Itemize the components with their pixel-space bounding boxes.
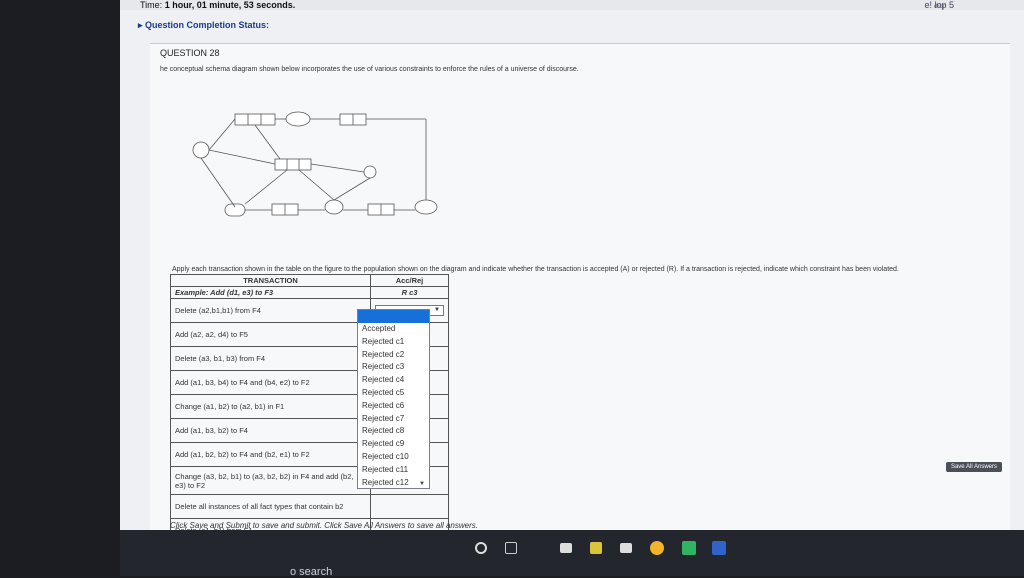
save-instruction: Click Save and Submit to save and submit…	[170, 521, 478, 530]
transaction-cell: Delete (a3, b1, b3) from F4	[170, 346, 371, 371]
taskbar-search[interactable]: o search	[290, 566, 332, 578]
transaction-cell: Change (a3, b2, b1) to (a3, b2, b2) in F…	[170, 466, 371, 495]
chevron-down-icon: ▼	[419, 481, 425, 487]
task-view-icon[interactable]	[505, 542, 517, 554]
header-transaction: TRANSACTION	[170, 274, 371, 287]
top-bar: Time: 1 hour, 01 minute, 53 seconds. e! …	[120, 0, 1024, 10]
dropdown-option[interactable]: Rejected c7	[358, 413, 429, 426]
transaction-cell: Add (a2, a2, d4) to F5	[170, 322, 371, 347]
chrome-icon[interactable]	[650, 541, 664, 555]
answer-cell[interactable]	[370, 494, 449, 519]
dropdown-option[interactable]: Rejected c3	[358, 361, 429, 374]
store-icon[interactable]	[590, 542, 602, 554]
instruction-text: Apply each transaction shown in the tabl…	[172, 266, 899, 273]
app-icon[interactable]	[712, 541, 726, 555]
mail-icon[interactable]	[620, 543, 632, 553]
timer-label: Time:	[140, 0, 163, 10]
question-number: QUESTION 28	[160, 48, 220, 58]
dropdown-option[interactable]: Rejected c9	[358, 438, 429, 451]
transaction-cell: Delete (a2,b1,b1) from F4	[170, 298, 371, 323]
dropdown-option[interactable]: Rejected c5	[358, 387, 429, 400]
dropdown-option[interactable]: Accepted	[358, 323, 429, 336]
file-explorer-icon[interactable]	[560, 543, 572, 553]
timer-value: 1 hour, 01 minute, 53 seconds.	[164, 0, 296, 10]
cortana-icon[interactable]	[475, 542, 487, 554]
dropdown-option[interactable]: Rejected c4	[358, 374, 429, 387]
question-text: he conceptual schema diagram shown below…	[160, 66, 579, 73]
dropdown-option[interactable]: Rejected c10	[358, 451, 429, 464]
chevron-down-icon: ▼	[434, 307, 440, 313]
transaction-cell: Add (a1, b3, b4) to F4 and (b4, e2) to F…	[170, 370, 371, 395]
example-answer: R c3	[370, 286, 449, 299]
wechat-icon[interactable]	[682, 541, 696, 555]
dropdown-option[interactable]: Rejected c1	[358, 336, 429, 349]
question-panel: QUESTION 28 he conceptual schema diagram…	[150, 43, 1010, 553]
windows-taskbar: o search	[120, 530, 1024, 578]
status-label: Question Completion Status:	[145, 20, 270, 30]
expand-icon: ▸	[138, 20, 146, 30]
answer-dropdown-list[interactable]: Accepted Rejected c1 Rejected c2 Rejecte…	[357, 309, 430, 489]
example-row: Example: Add (d1, e3) to F3 R c3	[170, 286, 449, 299]
transaction-cell: Delete all instances of all fact types t…	[170, 494, 371, 519]
table-header-row: TRANSACTION Acc/Rej	[170, 274, 449, 287]
transaction-cell: Add (a1, b2, b2) to F4 and (b2, e1) to F…	[170, 442, 371, 467]
table-row: Delete all instances of all fact types t…	[170, 494, 449, 519]
dropdown-highlight[interactable]	[358, 310, 429, 323]
save-all-answers-button[interactable]: Save All Answers	[945, 462, 1002, 472]
drop-label: drop	[933, 4, 946, 10]
dropdown-option[interactable]: Rejected c11	[358, 464, 429, 477]
timer: Time: 1 hour, 01 minute, 53 seconds.	[140, 0, 295, 10]
conceptual-schema-diagram	[192, 111, 438, 217]
dropdown-option[interactable]: Rejected c6	[358, 400, 429, 413]
dropdown-option[interactable]: Rejected c8	[358, 425, 429, 438]
browser-screen: Time: 1 hour, 01 minute, 53 seconds. e! …	[120, 0, 1024, 576]
transaction-cell: Add (a1, b3, b2) to F4	[170, 418, 371, 443]
example-transaction: Example: Add (d1, e3) to F3	[170, 286, 371, 299]
transaction-cell: Change (a1, b2) to (a2, b1) in F1	[170, 394, 371, 419]
dropdown-option[interactable]: Rejected c2	[358, 349, 429, 362]
header-acc-rej: Acc/Rej	[370, 274, 449, 287]
question-completion-status[interactable]: ▸ Question Completion Status:	[138, 20, 269, 31]
